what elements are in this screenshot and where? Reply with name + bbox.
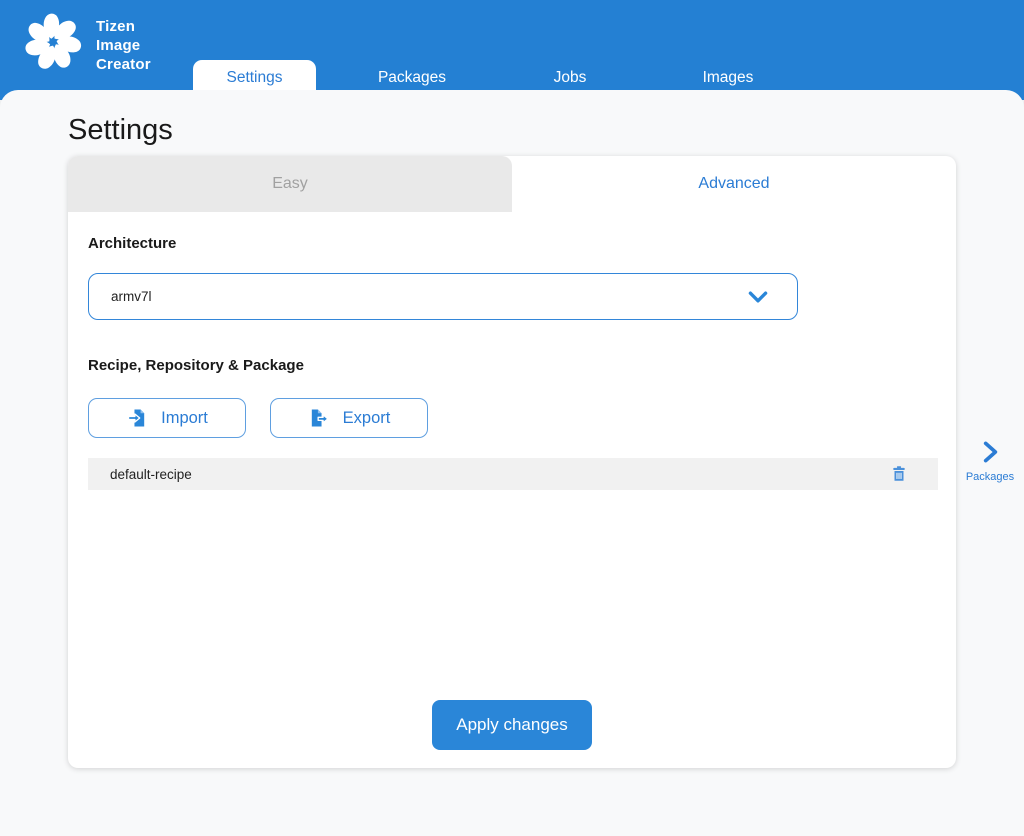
nav-tab-packages-label: Packages — [378, 69, 446, 87]
chevron-right-icon — [977, 438, 1003, 466]
app-title-line2: Image — [96, 36, 151, 55]
recipe-name: default-recipe — [110, 467, 890, 482]
file-export-icon — [308, 407, 330, 429]
tab-easy[interactable]: Easy — [68, 156, 512, 212]
main-panel: Settings Easy Advanced Architecture armv… — [0, 90, 1024, 836]
packages-expander[interactable]: Packages — [962, 438, 1018, 483]
architecture-label: Architecture — [88, 235, 176, 252]
export-button-label: Export — [343, 409, 391, 428]
chevron-down-icon — [745, 284, 771, 310]
delete-recipe-button[interactable] — [890, 464, 908, 484]
export-button[interactable]: Export — [270, 398, 428, 438]
file-import-icon — [126, 407, 148, 429]
nav-tab-settings-label: Settings — [226, 69, 282, 87]
import-button[interactable]: Import — [88, 398, 246, 438]
architecture-select[interactable]: armv7l — [88, 273, 798, 320]
app-title-line3: Creator — [96, 55, 151, 74]
app-logo: Tizen Image Creator — [18, 5, 151, 79]
app-header: Tizen Image Creator Settings Packages Jo… — [0, 0, 1024, 100]
packages-expander-label: Packages — [966, 471, 1014, 483]
nav-tab-jobs-label: Jobs — [554, 69, 587, 87]
tab-advanced-label: Advanced — [698, 175, 769, 193]
settings-card: Easy Advanced Architecture armv7l Recipe… — [68, 156, 956, 768]
architecture-selected-value: armv7l — [111, 289, 152, 304]
recipe-section-label: Recipe, Repository & Package — [88, 357, 304, 374]
page-title: Settings — [68, 114, 173, 147]
app-title: Tizen Image Creator — [96, 17, 151, 74]
tab-easy-label: Easy — [272, 175, 308, 193]
mode-tab-row: Easy Advanced — [68, 156, 956, 212]
tizen-pinwheel-icon — [18, 5, 88, 79]
nav-tab-images-label: Images — [703, 69, 754, 87]
recipe-list-item: default-recipe — [88, 458, 938, 490]
trash-icon — [890, 464, 908, 484]
app-title-line1: Tizen — [96, 17, 151, 36]
import-button-label: Import — [161, 409, 208, 428]
tab-advanced[interactable]: Advanced — [512, 156, 956, 212]
apply-changes-button[interactable]: Apply changes — [432, 700, 592, 750]
